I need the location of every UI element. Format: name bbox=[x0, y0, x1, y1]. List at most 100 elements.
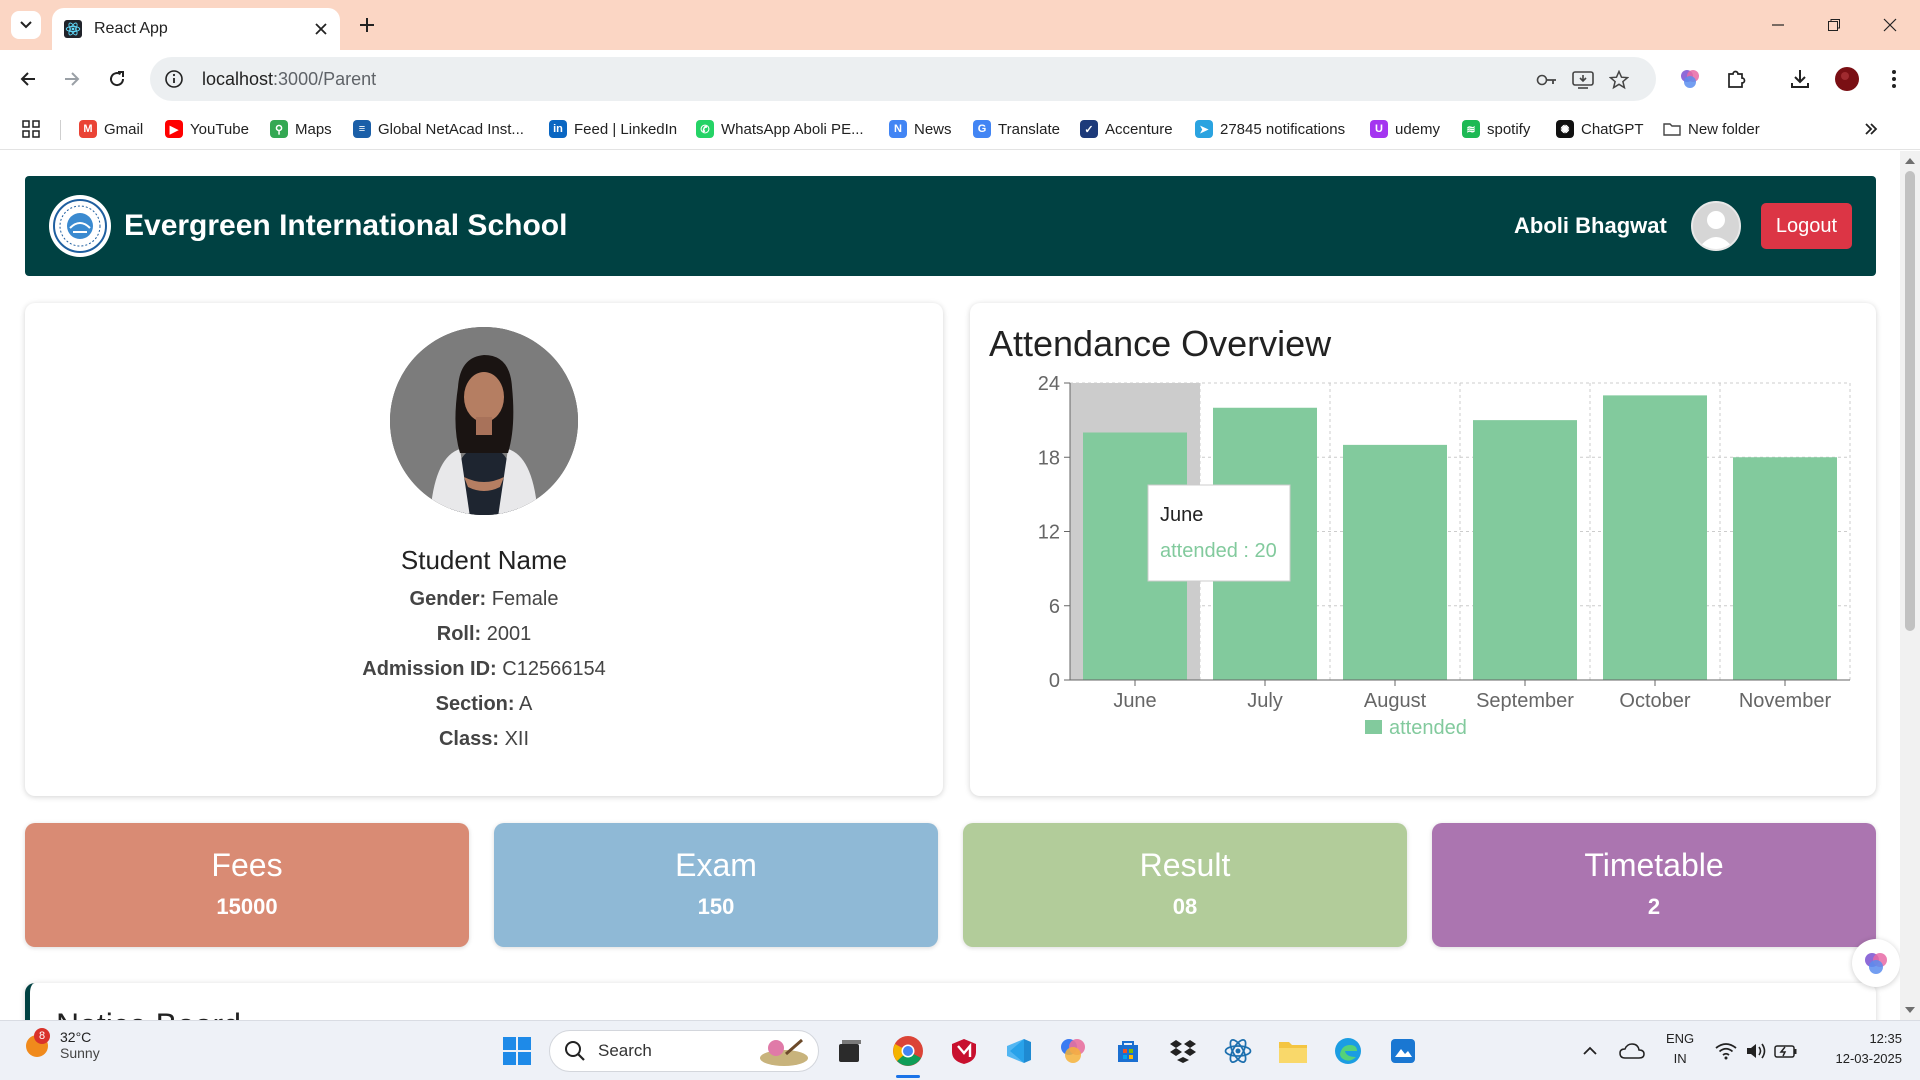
bookmark-star-icon[interactable] bbox=[1608, 69, 1630, 91]
back-button[interactable] bbox=[12, 63, 44, 95]
weather-condition: Sunny bbox=[60, 1045, 100, 1061]
bookmark-item[interactable]: G Translate bbox=[973, 117, 1060, 141]
scroll-down-icon[interactable] bbox=[1900, 1003, 1920, 1017]
vscode-app[interactable] bbox=[998, 1031, 1038, 1071]
chart-tooltip-box bbox=[1147, 484, 1291, 582]
restore-icon bbox=[1828, 19, 1840, 31]
bookmark-item[interactable]: N News bbox=[889, 117, 952, 141]
tooltip-category: June bbox=[1160, 504, 1203, 526]
close-window-button[interactable] bbox=[1862, 0, 1918, 50]
chevron-down-icon bbox=[20, 21, 32, 29]
user-avatar[interactable] bbox=[1690, 201, 1741, 251]
bookmark-item[interactable]: ➤ 27845 notifications bbox=[1195, 117, 1345, 141]
bookmark-item[interactable]: ✓ Accenture bbox=[1080, 117, 1173, 141]
windows-taskbar: 8 32°C Sunny Search ENG IN 12:35 12-03-2… bbox=[0, 1020, 1920, 1080]
stat-card-timetable[interactable]: Timetable 2 bbox=[1432, 823, 1876, 947]
arrow-right-icon bbox=[65, 72, 80, 86]
bookmark-item[interactable]: ≡ Global NetAcad Inst... bbox=[353, 117, 524, 141]
close-tab-icon[interactable] bbox=[314, 22, 328, 36]
minimize-button[interactable] bbox=[1750, 0, 1806, 50]
y-tick-label: 12 bbox=[1038, 522, 1060, 544]
gender-value: Female bbox=[491, 588, 559, 610]
browser-tab[interactable]: React App bbox=[52, 8, 340, 50]
stat-label: Fees bbox=[211, 847, 283, 883]
install-app-icon[interactable] bbox=[1572, 69, 1594, 91]
bookmark-favicon-icon: ✺ bbox=[1556, 120, 1574, 138]
bookmark-item[interactable]: in Feed | LinkedIn bbox=[549, 117, 677, 141]
stat-card-result[interactable]: Result 08 bbox=[963, 823, 1407, 947]
menu-kebab-icon[interactable] bbox=[1880, 65, 1908, 93]
copilot-extension-icon[interactable] bbox=[1676, 65, 1704, 93]
bookmark-item[interactable]: ✺ ChatGPT bbox=[1556, 117, 1644, 141]
bookmark-label: YouTube bbox=[190, 120, 249, 138]
file-explorer-app[interactable] bbox=[1273, 1031, 1313, 1071]
apps-grid-icon[interactable] bbox=[22, 117, 40, 141]
bookmark-favicon-icon: U bbox=[1370, 120, 1388, 138]
clock-date: 12-03-2025 bbox=[1835, 1051, 1903, 1066]
profile-avatar[interactable] bbox=[1833, 65, 1861, 93]
user-name: Aboli Bhagwat bbox=[1514, 213, 1667, 238]
dropbox-icon bbox=[1170, 1040, 1196, 1063]
taskbar-search[interactable]: Search bbox=[549, 1030, 819, 1072]
bookmark-item[interactable]: ▶ YouTube bbox=[165, 117, 249, 141]
scroll-up-icon[interactable] bbox=[1900, 154, 1920, 168]
tab-search-button[interactable] bbox=[11, 11, 41, 39]
system-clock[interactable]: 12:35 12-03-2025 bbox=[1818, 1029, 1903, 1069]
stat-card-exam[interactable]: Exam 150 bbox=[494, 823, 938, 947]
bookmark-item[interactable]: New folder bbox=[1663, 117, 1760, 141]
bookmark-item[interactable]: ≋ spotify bbox=[1462, 117, 1530, 141]
downloads-icon[interactable] bbox=[1786, 65, 1814, 93]
floating-assistant-button[interactable] bbox=[1852, 939, 1900, 987]
close-icon bbox=[1883, 18, 1897, 32]
edge-app[interactable] bbox=[1328, 1031, 1368, 1071]
react-devtools-app[interactable] bbox=[1218, 1031, 1258, 1071]
arrow-left-icon bbox=[20, 72, 35, 86]
url-host: localhost bbox=[202, 68, 274, 89]
password-key-icon[interactable] bbox=[1536, 69, 1558, 91]
bookmark-item[interactable]: Uudemy bbox=[1370, 117, 1440, 141]
url-text[interactable]: localhost:3000/Parent bbox=[202, 69, 376, 90]
bar-august bbox=[1343, 444, 1447, 680]
y-tick-label: 18 bbox=[1038, 447, 1060, 469]
attendance-chart: 0 6 12 18 24 June July August September October No… bbox=[1038, 373, 1851, 739]
bookmark-label: Global NetAcad Inst... bbox=[378, 120, 524, 138]
brain-icon bbox=[1865, 953, 1887, 974]
battery-tray[interactable] bbox=[1766, 1031, 1806, 1071]
store-app[interactable] bbox=[1108, 1031, 1148, 1071]
photos-icon bbox=[1391, 1039, 1415, 1063]
bookmark-item[interactable]: M Gmail bbox=[79, 117, 143, 141]
section-row: Section: A bbox=[25, 693, 943, 716]
dropbox-app[interactable] bbox=[1163, 1031, 1203, 1071]
chart-title: Attendance Overview bbox=[989, 323, 1332, 364]
extensions-puzzle-icon[interactable] bbox=[1722, 65, 1750, 93]
language-indicator[interactable]: ENG IN bbox=[1666, 1029, 1694, 1069]
bar-september bbox=[1473, 420, 1577, 680]
mcafee-app[interactable] bbox=[944, 1031, 984, 1071]
tray-overflow-button[interactable] bbox=[1570, 1031, 1610, 1071]
photos-app[interactable] bbox=[1383, 1031, 1423, 1071]
reload-button[interactable] bbox=[101, 63, 133, 95]
logout-button[interactable]: Logout bbox=[1760, 203, 1852, 249]
restore-button[interactable] bbox=[1806, 0, 1862, 50]
more-bookmarks-button[interactable] bbox=[1864, 117, 1878, 141]
react-icon bbox=[64, 20, 82, 38]
search-icon bbox=[565, 1041, 585, 1061]
page-scrollbar[interactable] bbox=[1900, 151, 1920, 1020]
chrome-app[interactable] bbox=[888, 1031, 928, 1078]
vscode-icon bbox=[1007, 1039, 1031, 1063]
forward-button[interactable] bbox=[56, 63, 88, 95]
task-view-app[interactable] bbox=[830, 1031, 870, 1071]
scrollbar-thumb[interactable] bbox=[1905, 171, 1915, 631]
address-bar[interactable]: localhost:3000/Parent bbox=[150, 57, 1656, 101]
copilot-app[interactable] bbox=[1053, 1031, 1093, 1071]
weather-widget[interactable]: 8 32°C Sunny bbox=[24, 1028, 100, 1061]
new-tab-button[interactable] bbox=[352, 10, 382, 40]
bookmark-item[interactable]: ⚲ Maps bbox=[270, 117, 332, 141]
x-tick-label: November bbox=[1739, 690, 1832, 712]
school-seal-icon bbox=[53, 199, 107, 253]
site-info-icon[interactable] bbox=[164, 69, 184, 89]
start-button[interactable] bbox=[497, 1031, 537, 1071]
stat-card-fees[interactable]: Fees 15000 bbox=[25, 823, 469, 947]
bookmark-item[interactable]: ✆ WhatsApp Aboli PE... bbox=[696, 117, 864, 141]
onedrive-tray[interactable] bbox=[1612, 1031, 1652, 1071]
